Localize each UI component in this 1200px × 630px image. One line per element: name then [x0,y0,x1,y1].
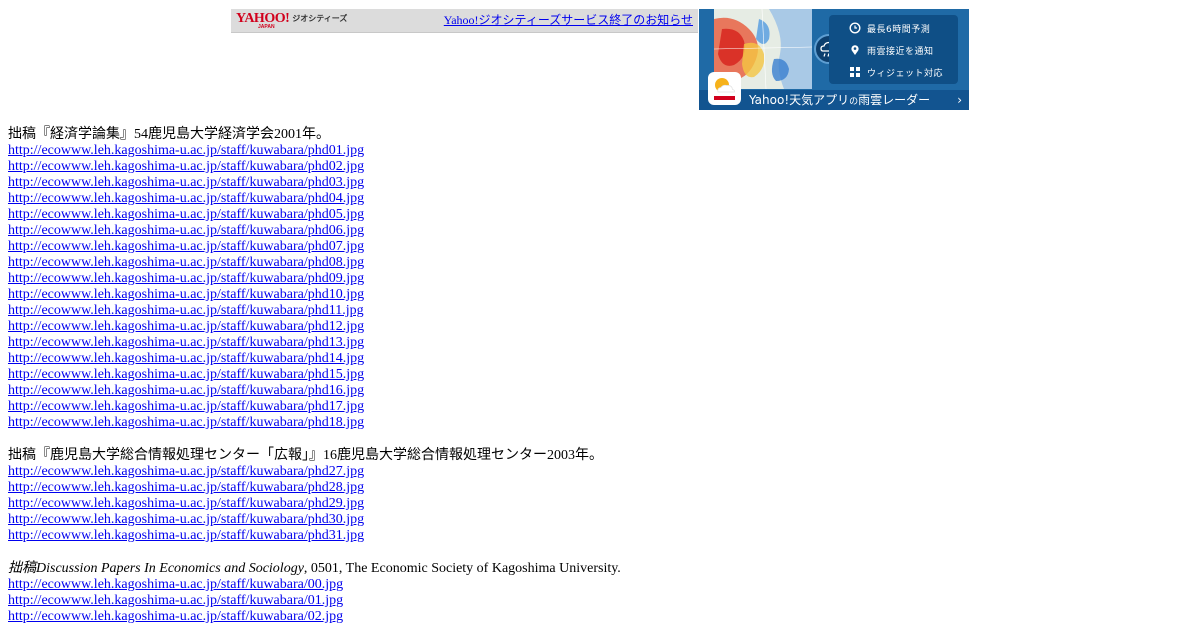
geocities-bar: YAHOO! JAPAN ジオシティーズ Yahoo!ジオシティーズサービス終了… [231,9,698,33]
image-link[interactable]: http://ecowww.leh.kagoshima-u.ac.jp/staf… [8,383,621,399]
section-economics-review: 拙稿『経済学論集』54鹿児島大学経済学会2001年。 http://ecowww… [8,127,621,431]
image-link-list: http://ecowww.leh.kagoshima-u.ac.jp/staf… [8,577,621,625]
section-heading-title: 拙稿Discussion Papers In Economics and Soc… [8,561,304,576]
ad-feature-forecast: 最長6時間予測 [849,19,930,37]
ad-feature-panel: 最長6時間予測 雨雲接近を通知 ウィジェット対応 [829,15,958,84]
section-computing-center-bulletin: 拙稿『鹿児島大学総合情報処理センター「広報」』16鹿児島大学総合情報処理センター… [8,448,621,544]
section-heading: 拙稿『鹿児島大学総合情報処理センター「広報」』16鹿児島大学総合情報処理センター… [8,448,603,463]
image-link[interactable]: http://ecowww.leh.kagoshima-u.ac.jp/staf… [8,367,621,383]
geocities-service-name: ジオシティーズ [292,14,348,23]
clock-icon [849,22,861,34]
ad-cta-tail: 雨雲レーダー [858,93,931,107]
image-link[interactable]: http://ecowww.leh.kagoshima-u.ac.jp/staf… [8,287,621,303]
section-heading-detail: , 0501, The Economic Society of Kagoshim… [303,561,621,576]
image-link[interactable]: http://ecowww.leh.kagoshima-u.ac.jp/staf… [8,528,621,544]
image-link[interactable]: http://ecowww.leh.kagoshima-u.ac.jp/staf… [8,159,621,175]
widget-grid-icon [849,66,861,78]
image-link[interactable]: http://ecowww.leh.kagoshima-u.ac.jp/staf… [8,415,621,431]
weather-app-ad[interactable]: 最長6時間予測 雨雲接近を通知 ウィジェット対応 Yahoo!天気アプリの雨雲レ… [699,9,969,110]
ad-feature-notify: 雨雲接近を通知 [849,41,934,59]
section-discussion-papers: 拙稿Discussion Papers In Economics and Soc… [8,561,621,625]
ad-cta-main: Yahoo!天気アプリ [749,93,850,107]
section-heading: 拙稿Discussion Papers In Economics and Soc… [8,561,621,577]
yahoo-geocities-logo[interactable]: YAHOO! JAPAN ジオシティーズ [236,12,348,30]
ad-feature-label: 最長6時間予測 [867,24,931,35]
image-link[interactable]: http://ecowww.leh.kagoshima-u.ac.jp/staf… [8,239,621,255]
image-link-list: http://ecowww.leh.kagoshima-u.ac.jp/staf… [8,464,621,544]
document-body: 拙稿『経済学論集』54鹿児島大学経済学会2001年。 http://ecowww… [8,127,621,625]
image-link[interactable]: http://ecowww.leh.kagoshima-u.ac.jp/staf… [8,577,621,593]
location-pin-icon [849,44,861,56]
image-link[interactable]: http://ecowww.leh.kagoshima-u.ac.jp/staf… [8,319,621,335]
section-heading: 拙稿『経済学論集』54鹿児島大学経済学会2001年。 [8,127,330,142]
image-link[interactable]: http://ecowww.leh.kagoshima-u.ac.jp/staf… [8,351,621,367]
ad-cta-text: Yahoo!天気アプリの雨雲レーダー [749,92,930,110]
image-link[interactable]: http://ecowww.leh.kagoshima-u.ac.jp/staf… [8,496,621,512]
image-link[interactable]: http://ecowww.leh.kagoshima-u.ac.jp/staf… [8,593,621,609]
image-link[interactable]: http://ecowww.leh.kagoshima-u.ac.jp/staf… [8,191,621,207]
image-link[interactable]: http://ecowww.leh.kagoshima-u.ac.jp/staf… [8,207,621,223]
image-link[interactable]: http://ecowww.leh.kagoshima-u.ac.jp/staf… [8,480,621,496]
ad-feature-label: ウィジェット対応 [867,68,944,79]
image-link[interactable]: http://ecowww.leh.kagoshima-u.ac.jp/staf… [8,175,621,191]
image-link[interactable]: http://ecowww.leh.kagoshima-u.ac.jp/staf… [8,399,621,415]
chevron-right-icon: › [957,93,962,107]
ad-feature-widget: ウィジェット対応 [849,63,943,81]
yahoo-logo-sub: JAPAN [258,24,275,30]
image-link[interactable]: http://ecowww.leh.kagoshima-u.ac.jp/staf… [8,255,621,271]
weather-app-icon [708,72,741,105]
image-link[interactable]: http://ecowww.leh.kagoshima-u.ac.jp/staf… [8,143,621,159]
image-link-list: http://ecowww.leh.kagoshima-u.ac.jp/staf… [8,143,621,431]
ad-cta-connector: の [849,97,859,107]
image-link[interactable]: http://ecowww.leh.kagoshima-u.ac.jp/staf… [8,223,621,239]
image-link[interactable]: http://ecowww.leh.kagoshima-u.ac.jp/staf… [8,335,621,351]
service-end-notice-link[interactable]: Yahoo!ジオシティーズサービス終了のお知らせ [444,13,693,27]
ad-feature-label: 雨雲接近を通知 [867,46,934,57]
image-link[interactable]: http://ecowww.leh.kagoshima-u.ac.jp/staf… [8,609,621,625]
image-link[interactable]: http://ecowww.leh.kagoshima-u.ac.jp/staf… [8,464,621,480]
image-link[interactable]: http://ecowww.leh.kagoshima-u.ac.jp/staf… [8,271,621,287]
image-link[interactable]: http://ecowww.leh.kagoshima-u.ac.jp/staf… [8,512,621,528]
image-link[interactable]: http://ecowww.leh.kagoshima-u.ac.jp/staf… [8,303,621,319]
